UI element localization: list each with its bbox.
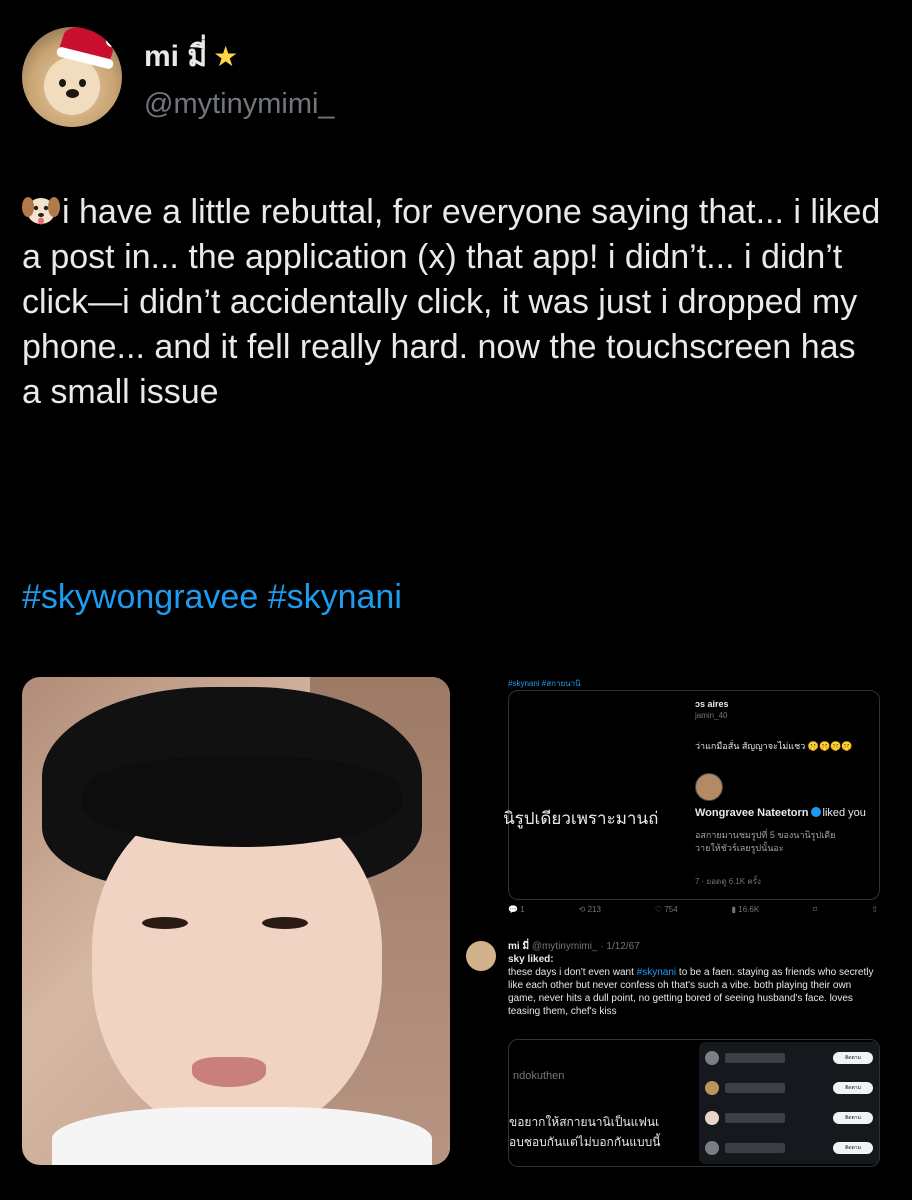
reply-count: 💬 1 [508,905,525,914]
tweet-header: mi มี่ ★ @mytinymimi_ [22,27,335,127]
inner-name: ndokuthen [513,1070,565,1082]
media-screenshot-right[interactable]: #skynani #สกายนานิ ɔs aires jamin_40 ว่า… [462,677,890,1167]
screenshot-action-bar: 💬 1 ⟲ 213 ♡ 754 ▮ 16.6K ⌑ ⇧ [508,905,878,914]
profile-avatar[interactable] [22,27,122,127]
inner-thai-line-2: อบชอบกันแต่ไม่บอกกันแบบนี้ [509,1135,661,1149]
reply-body: sky liked: these days i don't even want … [508,953,878,1018]
tweet-body-text: i have a little rebuttal, for everyone s… [22,193,881,411]
liked-suffix: liked you [822,807,866,819]
quoted-handle: jamin_40 [695,711,728,720]
follow-row: ติดตาม [705,1078,873,1098]
like-count: ♡ 754 [654,905,678,914]
reply-handle: @mytinymimi_ · 1/12/67 [531,941,640,952]
inner-quoted-tweet: ndokuthen ขอยากให้สกายนานิเป็นแฟนเ อบชอบ… [508,1039,880,1167]
quoted-text: ว่าแกมือสั่น สัญญาจะไม่แชว 🤫🤫🤫🤫 [695,741,853,751]
hashtag-line: #skywongravee #skynani [22,575,402,620]
follow-button: ติดตาม [833,1052,873,1064]
liked-notice: Wongravee Nateetorn liked you [695,807,866,819]
quoted-name: ɔs aires [695,699,729,709]
follow-panel: ติดตาม ติดตาม ติดตาม ติดตาม [699,1042,879,1164]
hashtag-skynani[interactable]: #skynani [268,578,402,616]
star-icon: ★ [213,41,239,72]
liked-name: Wongravee Nateetorn [695,807,809,819]
reply-name: mi มี่ [508,941,530,952]
liker-avatar [695,773,723,801]
inner-thai-line-1: ขอยากให้สกายนานิเป็นแฟนเ [509,1115,660,1129]
media-photo-left[interactable] [22,677,450,1165]
tweet-text: i have a little rebuttal, for everyone s… [22,190,882,415]
verified-icon [810,807,821,817]
quoted-thai-large: นิรูปเดียวเพราะมานถ่ [503,809,659,828]
reply-text-pre: these days i don't even want [508,967,637,978]
quoted-thai-small: อสกายมานชมรูปที่ 5 ของนานิรูปเดีย วายให้… [695,829,835,855]
reply-tweet: mi มี่ @mytinymimi_ · 1/12/67 sky liked:… [462,933,890,1167]
media-grid: #skynani #สกายนานิ ɔs aires jamin_40 ว่า… [22,677,890,1167]
hashtag-skywongravee[interactable]: #skywongravee [22,578,258,616]
views-line: 7 · ยอดดู 6.1K ครั้ง [695,877,761,886]
reply-line-1: sky liked: [508,954,554,965]
follow-button: ติดตาม [833,1142,873,1154]
reply-avatar [466,941,496,971]
quoted-thai-line-2: วายให้ชัวร์เลยรูปนั้นอะ [695,843,784,853]
dog-face-icon [22,197,60,225]
retweet-count: ⟲ 213 [578,905,601,914]
follow-row: ติดตาม [705,1048,873,1068]
follow-button: ติดตาม [833,1082,873,1094]
display-name[interactable]: mi มี่ ★ [144,33,335,80]
user-handle[interactable]: @mytinymimi_ [144,88,335,121]
screenshot-top-tags: #skynani #สกายนานิ [508,679,581,688]
view-count: ▮ 16.6K [731,905,760,914]
follow-button: ติดตาม [833,1112,873,1124]
reply-hashtag: #skynani [636,967,677,978]
inner-thai: ขอยากให้สกายนานิเป็นแฟนเ อบชอบกันแต่ไม่บ… [509,1112,660,1152]
reply-header: mi มี่ @mytinymimi_ · 1/12/67 [508,939,640,954]
display-name-text[interactable]: mi มี่ [144,33,207,80]
follow-row: ติดตาม [705,1108,873,1128]
bookmark-icon: ⌑ [813,905,818,914]
follow-row: ติดตาม [705,1138,873,1158]
quoted-thai-line-1: อสกายมานชมรูปที่ 5 ของนานิรูปเดีย [695,830,836,840]
share-icon: ⇧ [871,905,878,914]
quoted-tweet: ɔs aires jamin_40 ว่าแกมือสั่น สัญญาจะไม… [503,690,880,900]
